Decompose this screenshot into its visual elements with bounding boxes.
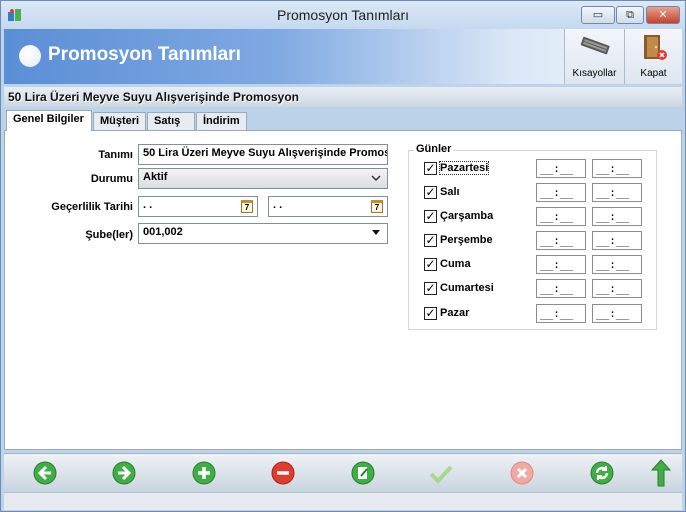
restore-icon: ⧉ — [626, 8, 634, 21]
header-circle-icon — [19, 45, 41, 67]
tab-customer[interactable]: Müşteri — [93, 112, 146, 130]
day-label: Perşembe — [440, 234, 493, 246]
branch-label: Şube(ler) — [85, 229, 133, 241]
dropdown-arrow-icon — [372, 230, 380, 235]
minimize-button[interactable]: ▭ — [581, 6, 615, 24]
status-bar — [4, 492, 682, 510]
close-icon: ✕ — [658, 8, 668, 21]
end-time-input[interactable]: __:__ — [592, 207, 642, 226]
day-checkbox[interactable]: ✓ — [424, 282, 437, 295]
end-time-input[interactable]: __:__ — [592, 231, 642, 250]
restore-button[interactable]: ⧉ — [616, 6, 644, 24]
record-title: 50 Lira Üzeri Meyve Suyu Alışverişinde P… — [8, 90, 299, 104]
date-start-input[interactable]: . . 7 — [138, 196, 258, 217]
exit-button[interactable]: Kapat — [624, 29, 682, 84]
start-time-input[interactable]: __:__ — [536, 207, 586, 226]
tab-general[interactable]: Genel Bilgiler — [6, 110, 92, 131]
close-window-button[interactable]: ✕ — [646, 6, 680, 24]
keyboard-icon — [580, 36, 610, 55]
branch-select[interactable]: 001,002 — [138, 223, 388, 244]
date-end-value: . . — [273, 199, 283, 211]
edit-icon[interactable] — [351, 461, 375, 485]
branch-value: 001,002 — [143, 226, 183, 238]
chevron-down-icon — [371, 175, 381, 182]
day-checkbox[interactable]: ✓ — [424, 210, 437, 223]
name-label: Tanımı — [98, 149, 133, 161]
calendar-icon[interactable]: 7 — [371, 200, 383, 213]
start-time-input[interactable]: __:__ — [536, 279, 586, 298]
start-time-input[interactable]: __:__ — [536, 183, 586, 202]
day-label: Salı — [440, 186, 460, 198]
door-exit-icon — [644, 35, 667, 60]
day-label: Çarşamba — [440, 210, 494, 222]
validity-label: Geçerlilik Tarihi — [51, 201, 133, 213]
up-icon[interactable] — [650, 459, 672, 487]
day-label: Cuma — [440, 258, 471, 270]
save-icon[interactable] — [429, 461, 453, 485]
start-time-input[interactable]: __:__ — [536, 255, 586, 274]
add-icon[interactable] — [192, 461, 216, 485]
status-value: Aktif — [143, 171, 168, 183]
main-window: Promosyon Tanımları ▭ ⧉ ✕ Promosyon Tanı… — [0, 0, 686, 512]
title-bar: Promosyon Tanımları ▭ ⧉ ✕ — [1, 1, 685, 29]
refresh-icon[interactable] — [590, 461, 614, 485]
tab-discount[interactable]: İndirim — [196, 112, 247, 130]
day-label: Pazartesi — [438, 161, 490, 175]
date-start-value: . . — [143, 199, 153, 211]
start-time-input[interactable]: __:__ — [536, 159, 586, 178]
tab-sales[interactable]: Satış — [147, 112, 195, 130]
next-icon[interactable] — [112, 461, 136, 485]
calendar-icon[interactable]: 7 — [241, 200, 253, 213]
action-toolbar — [4, 453, 682, 491]
end-time-input[interactable]: __:__ — [592, 255, 642, 274]
status-select[interactable]: Aktif — [138, 168, 388, 189]
day-checkbox[interactable]: ✓ — [424, 258, 437, 271]
day-checkbox[interactable]: ✓ — [424, 162, 437, 175]
shortcuts-button[interactable]: Kısayollar — [564, 29, 624, 84]
delete-icon[interactable] — [271, 461, 295, 485]
shortcuts-label: Kısayollar — [572, 68, 617, 79]
minimize-icon: ▭ — [592, 8, 604, 21]
end-time-input[interactable]: __:__ — [592, 304, 642, 323]
start-time-input[interactable]: __:__ — [536, 231, 586, 250]
day-checkbox[interactable]: ✓ — [424, 186, 437, 199]
day-checkbox[interactable]: ✓ — [424, 307, 437, 320]
record-title-bar: 50 Lira Üzeri Meyve Suyu Alışverişinde P… — [4, 87, 682, 107]
status-label: Durumu — [90, 173, 133, 185]
end-time-input[interactable]: __:__ — [592, 159, 642, 178]
days-group-label: Günler — [414, 143, 454, 155]
page-header: Promosyon Tanımları Kısayollar Kapat — [4, 29, 682, 84]
end-time-input[interactable]: __:__ — [592, 183, 642, 202]
start-time-input[interactable]: __:__ — [536, 304, 586, 323]
exit-label: Kapat — [640, 68, 667, 79]
day-label: Pazar — [440, 307, 470, 319]
page-title: Promosyon Tanımları — [48, 44, 241, 65]
day-label: Cumartesi — [440, 282, 494, 294]
end-time-input[interactable]: __:__ — [592, 279, 642, 298]
name-input[interactable]: 50 Lira Üzeri Meyve Suyu Alışverişinde P… — [138, 144, 388, 165]
day-checkbox[interactable]: ✓ — [424, 234, 437, 247]
previous-icon[interactable] — [33, 461, 57, 485]
date-end-input[interactable]: . . 7 — [268, 196, 388, 217]
cancel-icon[interactable] — [510, 461, 534, 485]
